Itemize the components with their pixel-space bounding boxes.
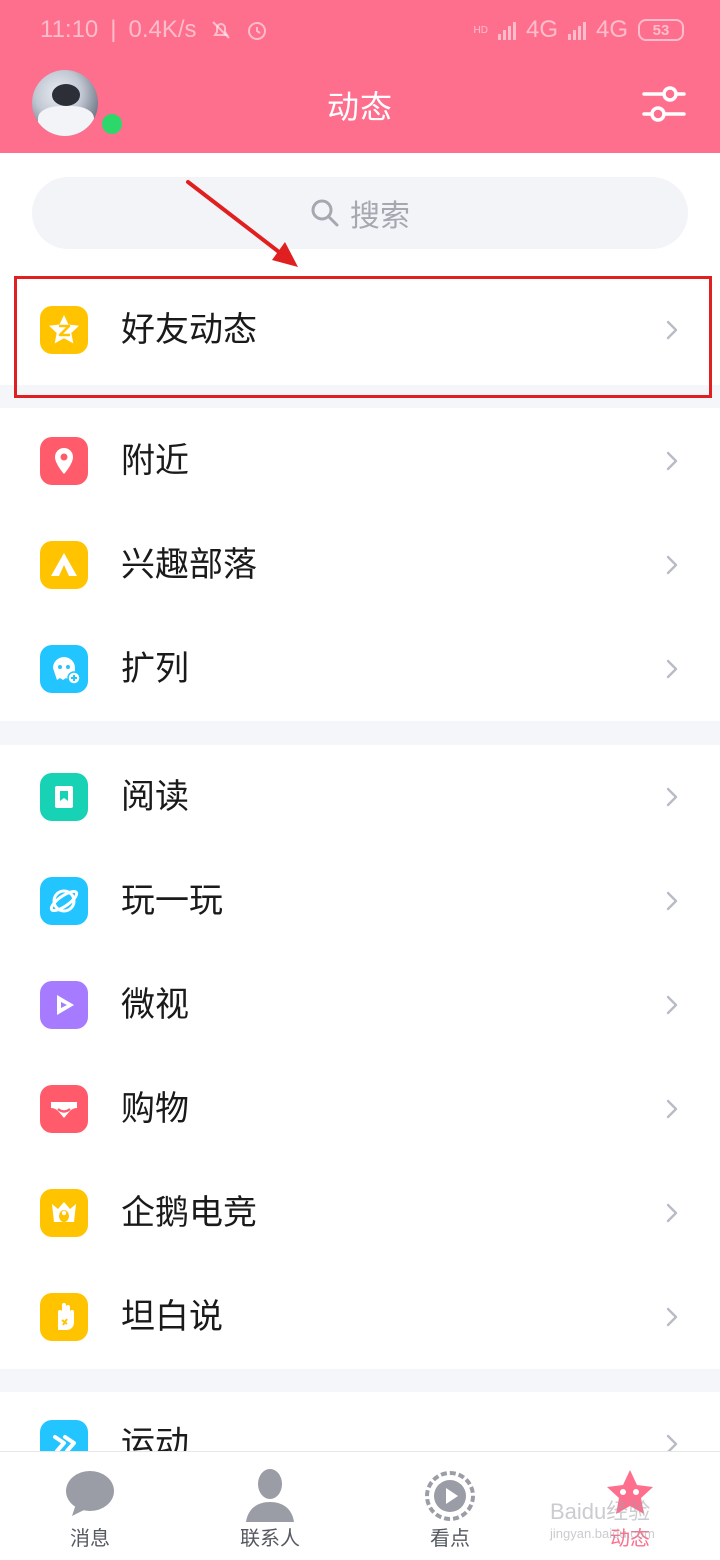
- list-item-label: 购物: [121, 1089, 189, 1129]
- tab-kandian[interactable]: 看点: [360, 1452, 540, 1560]
- tab-label: 看点: [430, 1526, 470, 1550]
- search-icon: [311, 199, 339, 227]
- list-item-label: 扩列: [121, 649, 189, 689]
- tab-label: 动态: [610, 1526, 650, 1550]
- list-item-shopping[interactable]: 购物: [0, 1057, 720, 1161]
- hand-icon: [40, 1293, 88, 1341]
- annotation-arrow-icon: [186, 180, 298, 267]
- planet-icon: [40, 877, 88, 925]
- list-item-weishi[interactable]: 微视: [0, 953, 720, 1057]
- signal-icon-2: [567, 20, 586, 40]
- status-net-speed: 0.4K/s: [128, 16, 197, 43]
- status-bar: 11:10 | 0.4K/s HD 4G 4G 53: [0, 0, 720, 62]
- sliders-icon[interactable]: [640, 80, 688, 128]
- chevron-right-icon: [666, 995, 678, 1015]
- list-item-label: 兴趣部落: [121, 545, 257, 585]
- chevron-right-icon: [666, 451, 678, 471]
- chat-bubble-icon: [66, 1471, 114, 1516]
- list-item-friend-feed[interactable]: 好友动态: [0, 278, 720, 382]
- search-input[interactable]: 搜索: [32, 177, 688, 249]
- battery-icon: 53: [638, 19, 684, 41]
- shopping-bow-icon: [40, 1085, 88, 1133]
- search-placeholder: 搜索: [350, 199, 410, 234]
- list-item-label: 好友动态: [121, 310, 257, 350]
- list-item-expand-friends[interactable]: 扩列: [0, 617, 720, 721]
- book-icon: [40, 773, 88, 821]
- section-divider: [0, 721, 720, 745]
- chevron-right-icon: [666, 891, 678, 911]
- status-divider: |: [110, 16, 117, 43]
- list-item-nearby[interactable]: 附近: [0, 409, 720, 513]
- section-divider: [0, 1369, 720, 1392]
- tab-contacts[interactable]: 联系人: [180, 1452, 360, 1560]
- chevron-right-icon: [666, 1099, 678, 1119]
- tab-label: 联系人: [240, 1526, 300, 1550]
- tab-label: 消息: [70, 1526, 110, 1550]
- list-item-label: 玩一玩: [121, 881, 223, 921]
- mute-bell-icon: [211, 21, 230, 39]
- play-video-icon: [40, 981, 88, 1029]
- list-item-confession[interactable]: 坦白说: [0, 1265, 720, 1369]
- section-divider: [0, 385, 720, 408]
- list-item-label: 坦白说: [121, 1297, 223, 1337]
- tab-feed[interactable]: 动态: [540, 1452, 720, 1560]
- list-item-interest-tribe[interactable]: 兴趣部落: [0, 513, 720, 617]
- hd-label: HD: [473, 24, 488, 36]
- list-item-reading[interactable]: 阅读: [0, 745, 720, 849]
- list-item-label: 企鹅电竞: [121, 1193, 257, 1233]
- star-icon: [607, 1470, 653, 1514]
- top-header: 11:10 | 0.4K/s HD 4G 4G 53 动态: [0, 0, 720, 153]
- alarm-icon: [247, 22, 266, 40]
- list-item-label: 阅读: [121, 777, 189, 817]
- list-item-label: 附近: [121, 441, 189, 481]
- chevron-right-icon: [666, 555, 678, 575]
- bottom-nav: 消息 联系人 看点 动态: [0, 1451, 720, 1560]
- tent-icon: [40, 541, 88, 589]
- crown-penguin-icon: [40, 1189, 88, 1237]
- signal-icon: [497, 20, 516, 40]
- ghost-add-icon: [40, 645, 88, 693]
- chevron-right-icon: [666, 1203, 678, 1223]
- tab-messages[interactable]: 消息: [0, 1452, 180, 1560]
- list-item-esports[interactable]: 企鹅电竞: [0, 1161, 720, 1265]
- list-item-play-games[interactable]: 玩一玩: [0, 849, 720, 953]
- list-item-label: 微视: [121, 985, 189, 1025]
- qzone-star-icon: [40, 306, 88, 354]
- chevron-right-icon: [666, 659, 678, 679]
- page-title: 动态: [326, 88, 393, 126]
- chevron-right-icon: [666, 787, 678, 807]
- network-type-1: 4G: [525, 16, 558, 43]
- chevron-right-icon: [666, 320, 678, 340]
- play-circle-icon: [425, 1471, 475, 1521]
- network-type-2: 4G: [595, 16, 628, 43]
- person-icon: [246, 1469, 294, 1522]
- status-time: 11:10: [40, 16, 99, 43]
- location-pin-icon: [40, 437, 88, 485]
- battery-level: 53: [652, 21, 670, 39]
- chevron-right-icon: [666, 1307, 678, 1327]
